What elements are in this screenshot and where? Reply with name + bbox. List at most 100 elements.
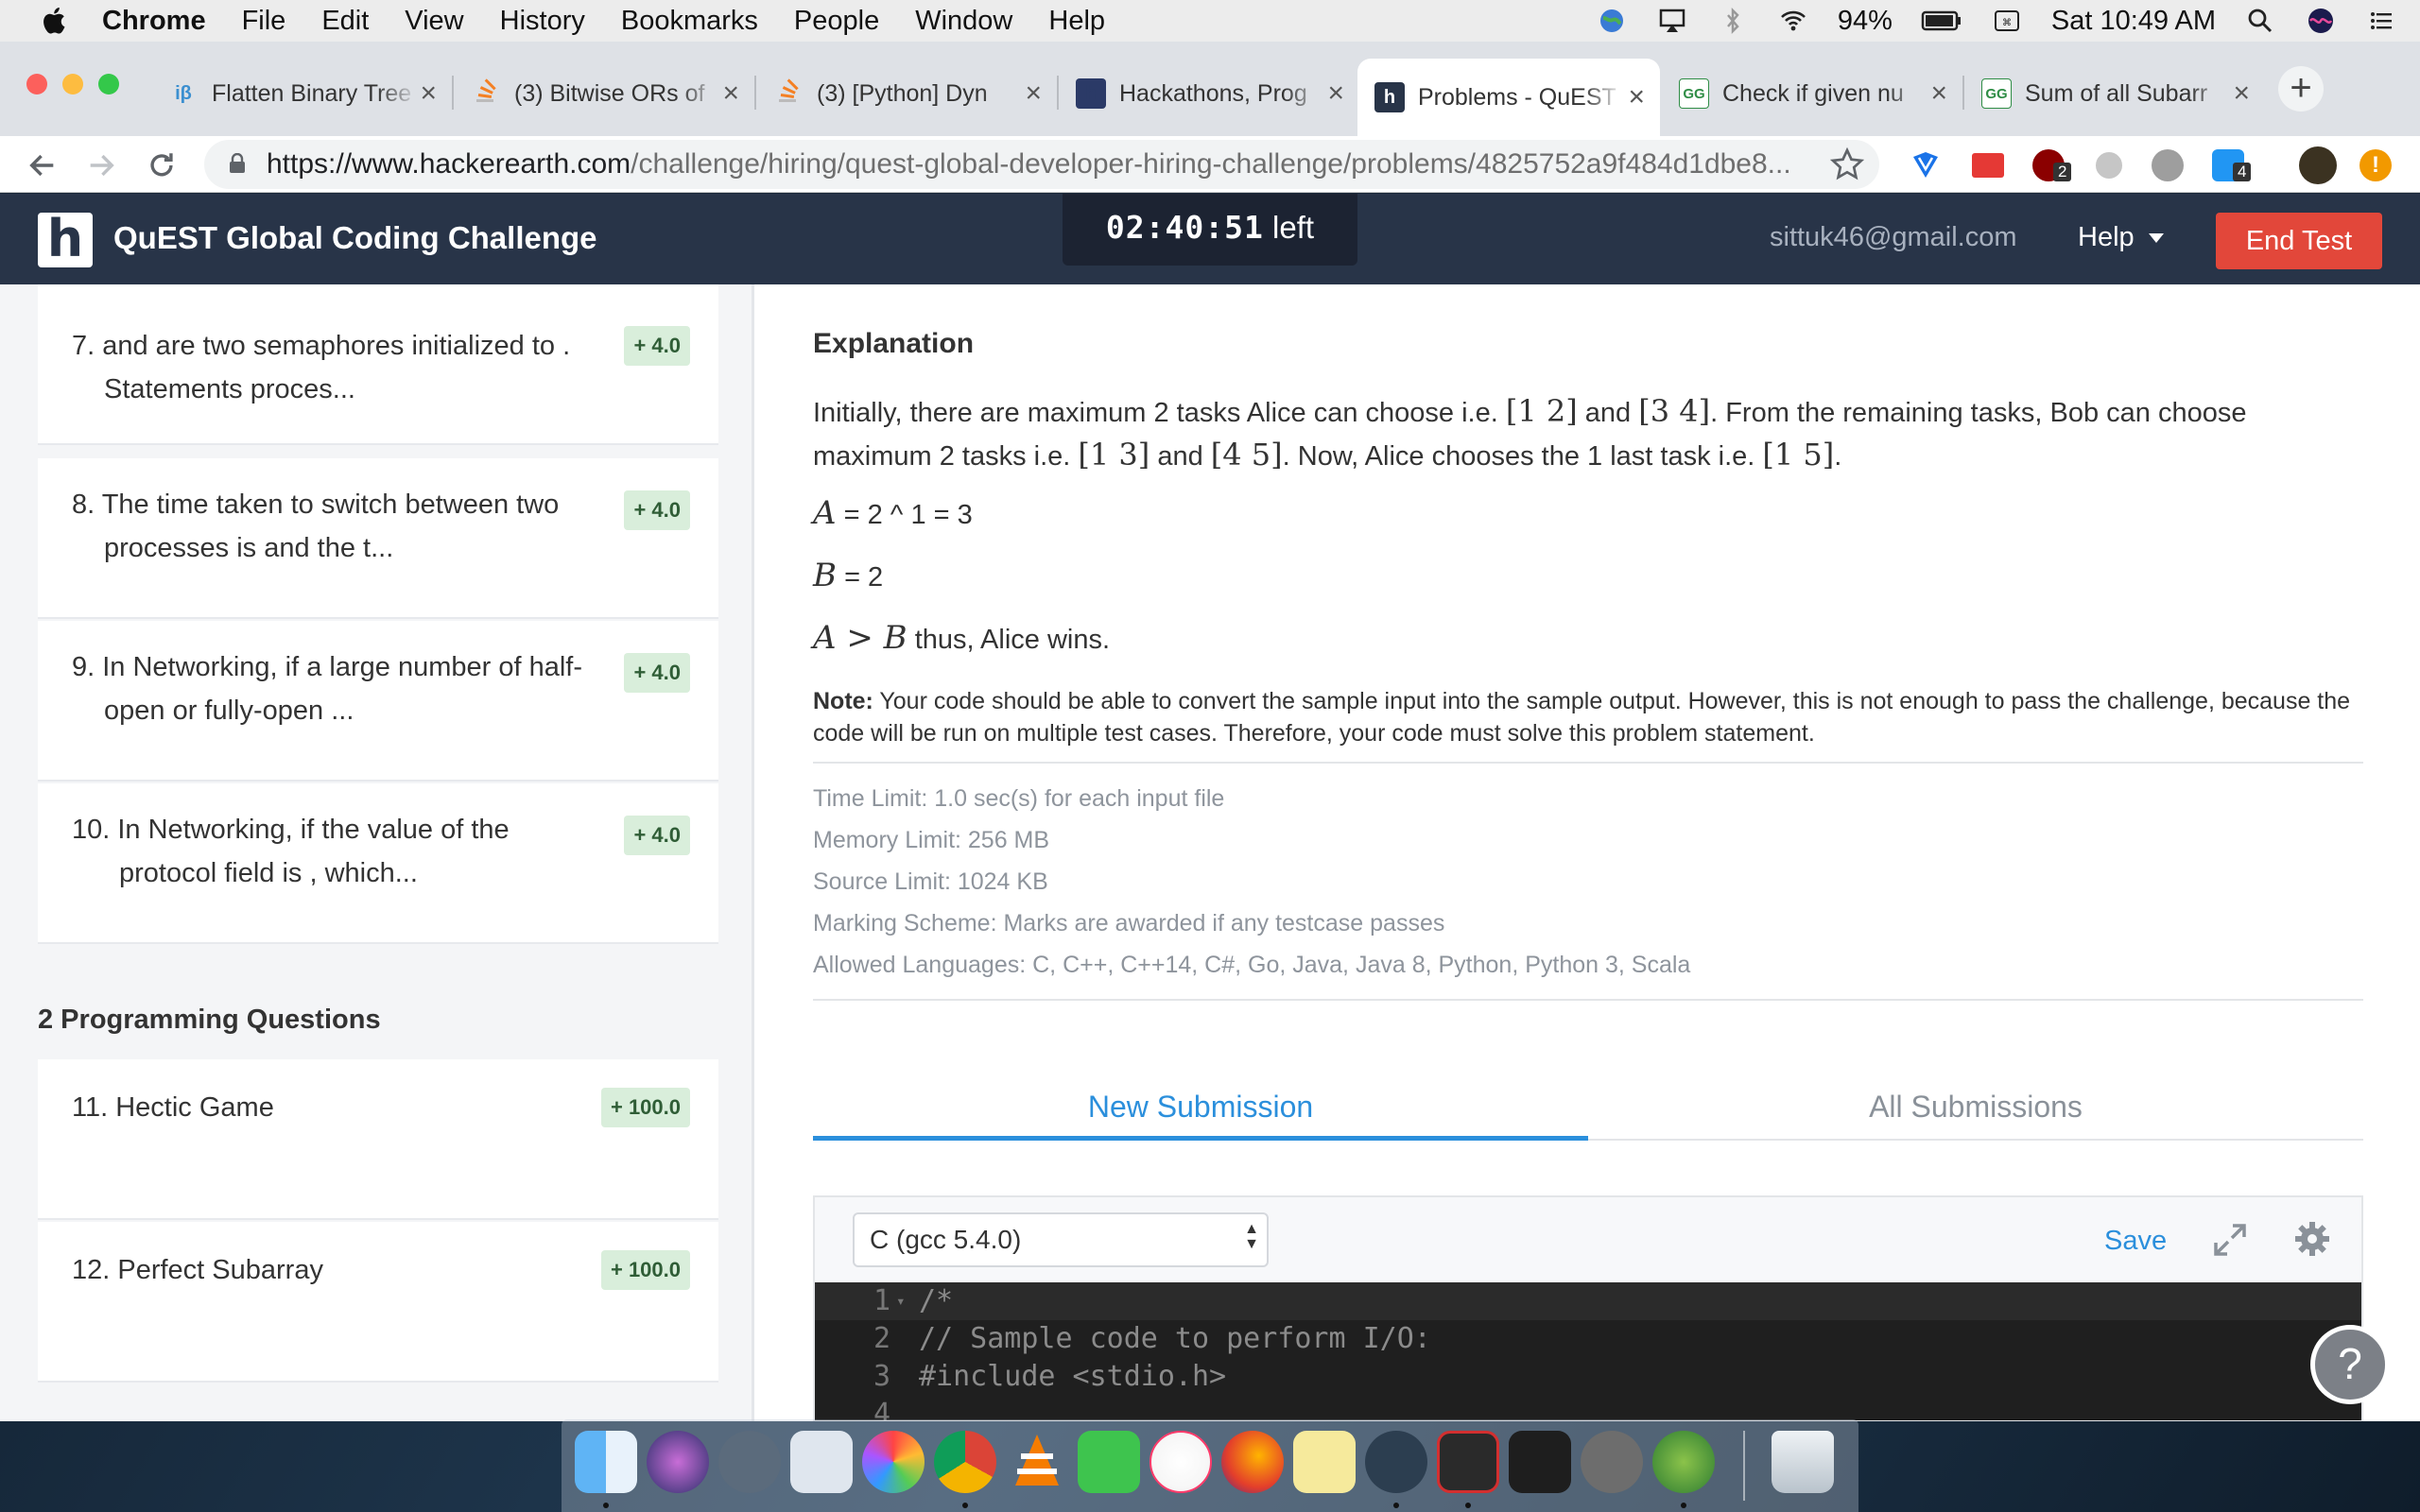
siri-app-icon[interactable] bbox=[647, 1431, 709, 1493]
language-select[interactable]: C (gcc 5.4.0) ▲ ▼ bbox=[853, 1212, 1269, 1267]
gray-extension-icon[interactable] bbox=[2093, 149, 2125, 181]
question-item-7[interactable]: 7. and are two semaphores initialized to… bbox=[38, 284, 718, 445]
bluetooth-icon[interactable] bbox=[1717, 7, 1749, 35]
wifi-icon[interactable] bbox=[1777, 7, 1809, 35]
bookmark-star-icon[interactable] bbox=[1830, 147, 1864, 181]
page-content: 7. and are two semaphores initialized to… bbox=[0, 284, 2420, 1422]
battery-icon[interactable] bbox=[1921, 7, 1962, 35]
apple-logo-icon[interactable] bbox=[38, 4, 72, 38]
fold-arrow-icon[interactable]: ▾ bbox=[896, 1282, 906, 1320]
tab-python-dyn[interactable]: (3) [Python] Dyn × bbox=[756, 64, 1057, 123]
code-line: 4 bbox=[815, 1396, 2361, 1420]
terminal-icon[interactable] bbox=[1509, 1431, 1571, 1493]
score-badge: + 4.0 bbox=[624, 490, 690, 530]
menu-file[interactable]: File bbox=[242, 6, 286, 37]
globe-icon[interactable] bbox=[1596, 7, 1628, 35]
user-email[interactable]: sittuk46@gmail.com bbox=[1770, 222, 2017, 253]
launchpad-icon[interactable] bbox=[718, 1431, 781, 1493]
spotlight-search-icon[interactable] bbox=[2244, 7, 2276, 35]
tab-problems-quest[interactable]: h Problems - QuEST × bbox=[1357, 59, 1660, 136]
notification-center-icon[interactable] bbox=[2365, 7, 2397, 35]
hackerearth-logo[interactable]: h bbox=[38, 213, 93, 267]
note-text: Your code should be able to convert the … bbox=[813, 688, 2351, 747]
finder-icon[interactable] bbox=[575, 1431, 637, 1493]
question-item-12[interactable]: 12. Perfect Subarray + 100.0 bbox=[38, 1222, 718, 1383]
code-editor[interactable]: 1 ▾ /* 2 // Sample code to perform I/O: … bbox=[815, 1282, 2361, 1420]
vlc-icon[interactable] bbox=[1006, 1431, 1068, 1493]
tab-bitwise-ors[interactable]: (3) Bitwise ORs of × bbox=[454, 64, 754, 123]
menu-history[interactable]: History bbox=[500, 6, 585, 37]
window-minimize-button[interactable] bbox=[62, 74, 83, 94]
chrome-update-alert-icon[interactable]: ! bbox=[2360, 149, 2392, 181]
question-item-9[interactable]: 9. In Networking, if a large number of h… bbox=[38, 621, 718, 782]
profile-avatar[interactable] bbox=[2299, 146, 2337, 184]
trash-icon[interactable] bbox=[1772, 1431, 1834, 1493]
circle-extension-icon[interactable] bbox=[2152, 149, 2184, 181]
expand-fullscreen-icon[interactable] bbox=[2212, 1222, 2248, 1258]
menu-bookmarks[interactable]: Bookmarks bbox=[621, 6, 758, 37]
tab-all-submissions[interactable]: All Submissions bbox=[1588, 1076, 2363, 1141]
system-preferences-icon[interactable] bbox=[1581, 1431, 1643, 1493]
question-item-10[interactable]: 10. In Networking, if the value of the p… bbox=[38, 783, 718, 944]
save-button[interactable]: Save bbox=[2104, 1226, 2167, 1257]
math-expression: A > B bbox=[813, 619, 908, 657]
score-badge: + 4.0 bbox=[624, 653, 690, 693]
internet-download-icon[interactable] bbox=[1652, 1431, 1715, 1493]
code-line: 3 #include <stdio.h> bbox=[815, 1358, 2361, 1396]
chrome-icon[interactable] bbox=[934, 1431, 996, 1493]
battery-percent: 94% bbox=[1837, 5, 1893, 36]
menubar-clock[interactable]: Sat 10:49 AM bbox=[2051, 6, 2216, 37]
preview-icon[interactable] bbox=[790, 1431, 853, 1493]
forward-arrow-icon[interactable] bbox=[85, 149, 117, 181]
running-indicator bbox=[962, 1503, 968, 1508]
question-text: 10. In Networking, if the value of the p… bbox=[72, 815, 510, 888]
explanation-heading: Explanation bbox=[813, 328, 975, 359]
tab-close-icon[interactable]: × bbox=[2233, 77, 2250, 110]
question-item-11[interactable]: 11. Hectic Game + 100.0 bbox=[38, 1059, 718, 1220]
end-test-button[interactable]: End Test bbox=[2216, 213, 2382, 269]
menu-people[interactable]: People bbox=[794, 6, 879, 37]
window-zoom-button[interactable] bbox=[98, 74, 119, 94]
tab-hackathons[interactable]: h Hackathons, Prog × bbox=[1059, 64, 1359, 123]
siri-icon[interactable] bbox=[2305, 7, 2337, 35]
back-arrow-icon[interactable] bbox=[26, 149, 59, 181]
menu-view[interactable]: View bbox=[405, 6, 463, 37]
tab-close-icon[interactable]: × bbox=[1327, 77, 1344, 110]
facetime-icon[interactable] bbox=[1078, 1431, 1140, 1493]
tab-close-icon[interactable]: × bbox=[1930, 77, 1947, 110]
window-close-button[interactable] bbox=[26, 74, 47, 94]
tab-close-icon[interactable]: × bbox=[722, 77, 739, 110]
question-sidebar: 7. and are two semaphores initialized to… bbox=[0, 284, 754, 1421]
menu-app-name[interactable]: Chrome bbox=[102, 6, 206, 37]
dock-divider bbox=[1743, 1431, 1745, 1501]
question-item-8[interactable]: 8. The time taken to switch between two … bbox=[38, 458, 718, 619]
photos-icon[interactable] bbox=[862, 1431, 925, 1493]
tab-new-submission[interactable]: New Submission bbox=[813, 1076, 1588, 1141]
address-bar[interactable]: https://www.hackerearth.com/challenge/hi… bbox=[204, 140, 1879, 189]
shield-extension-icon[interactable] bbox=[1910, 149, 1942, 181]
tab-close-icon[interactable]: × bbox=[1628, 81, 1645, 113]
menu-edit[interactable]: Edit bbox=[321, 6, 369, 37]
allowed-languages: Allowed Languages: C, C++, C++14, C#, Go… bbox=[813, 952, 1691, 978]
help-question-button[interactable]: ? bbox=[2310, 1325, 2390, 1404]
acrobat-icon[interactable] bbox=[1437, 1431, 1499, 1493]
tab-check-if-given[interactable]: GG Check if given nu × bbox=[1662, 64, 1962, 123]
tab-sum-of-subarrays[interactable]: GG Sum of all Subarr × bbox=[1964, 64, 2265, 123]
reload-icon[interactable] bbox=[146, 149, 178, 181]
notes-icon[interactable] bbox=[1293, 1431, 1356, 1493]
settings-gear-icon[interactable] bbox=[2293, 1220, 2331, 1258]
tab-flatten-binary-tree[interactable]: iβ Flatten Binary Tree × bbox=[151, 64, 452, 123]
red-screen-extension-icon[interactable] bbox=[1972, 153, 2004, 178]
url-host: https://www.hackerearth.com bbox=[267, 148, 631, 180]
menu-window[interactable]: Window bbox=[915, 6, 1012, 37]
firefox-icon[interactable] bbox=[1221, 1431, 1284, 1493]
tab-close-icon[interactable]: × bbox=[420, 77, 437, 110]
tab-close-icon[interactable]: × bbox=[1025, 77, 1042, 110]
menu-help[interactable]: Help bbox=[1048, 6, 1105, 37]
keyboard-input-icon[interactable]: ⌘ bbox=[1991, 7, 2023, 35]
atom-icon[interactable] bbox=[1365, 1431, 1427, 1493]
new-tab-button[interactable]: + bbox=[2278, 66, 2324, 112]
itunes-icon[interactable] bbox=[1150, 1431, 1212, 1493]
help-dropdown-button[interactable]: Help bbox=[2078, 222, 2165, 253]
airplay-icon[interactable] bbox=[1656, 7, 1688, 35]
